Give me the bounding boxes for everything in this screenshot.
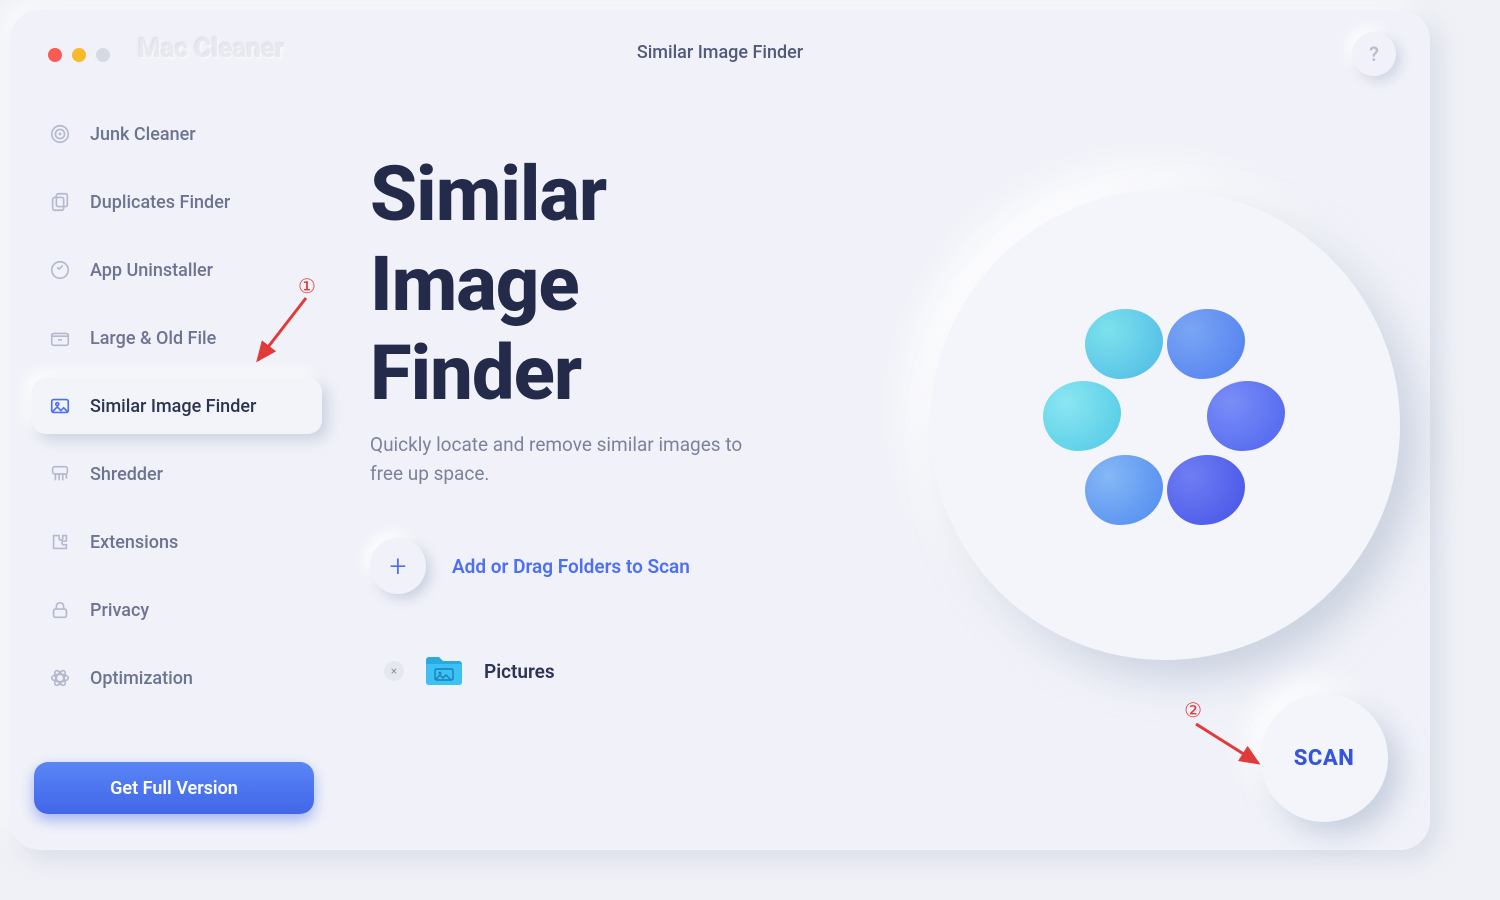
remove-folder-button[interactable]: × (384, 661, 404, 681)
app-icon (48, 258, 72, 282)
puzzle-icon (48, 530, 72, 554)
window-minimize-button[interactable] (72, 48, 86, 62)
main-panel: Similar Image Finder Quickly locate and … (370, 150, 1390, 810)
decorative-circle (930, 190, 1400, 660)
sidebar-item-label: App Uninstaller (90, 260, 213, 281)
sidebar-item-label: Junk Cleaner (90, 124, 196, 145)
sidebar-item-privacy[interactable]: Privacy (32, 582, 322, 638)
sidebar-item-label: Large & Old File (90, 328, 216, 349)
sidebar-item-junk-cleaner[interactable]: Junk Cleaner (32, 106, 322, 162)
sidebar-item-app-uninstaller[interactable]: App Uninstaller (32, 242, 322, 298)
sidebar-item-label: Optimization (90, 668, 193, 689)
sidebar-item-label: Extensions (90, 532, 178, 553)
sidebar-item-similar-image-finder[interactable]: Similar Image Finder (32, 378, 322, 434)
sidebar-item-shredder[interactable]: Shredder (32, 446, 322, 502)
add-folder-label[interactable]: Add or Drag Folders to Scan (452, 555, 690, 578)
page-title: Similar Image Finder (637, 42, 803, 63)
app-window: Mac Cleaner Similar Image Finder ? Junk … (10, 10, 1430, 850)
blob-ring-icon (1055, 315, 1275, 535)
add-folder-button[interactable]: + (370, 538, 426, 594)
annotation-arrow-2-icon (1190, 718, 1270, 782)
atom-icon (48, 666, 72, 690)
sidebar-item-label: Similar Image Finder (90, 396, 256, 417)
sidebar-item-extensions[interactable]: Extensions (32, 514, 322, 570)
copy-icon (48, 190, 72, 214)
image-icon (48, 394, 72, 418)
scan-button[interactable]: SCAN (1260, 694, 1388, 822)
target-icon (48, 122, 72, 146)
app-title: Mac Cleaner (138, 34, 285, 64)
box-icon (48, 326, 72, 350)
sidebar: Junk Cleaner Duplicates Finder App Unins… (32, 106, 322, 718)
sidebar-item-label: Privacy (90, 600, 149, 621)
window-maximize-button[interactable] (96, 48, 110, 62)
sidebar-item-optimization[interactable]: Optimization (32, 650, 322, 706)
get-full-version-button[interactable]: Get Full Version (34, 762, 314, 814)
sidebar-item-label: Shredder (90, 464, 163, 485)
selected-folder-row: × Pictures (384, 654, 1390, 688)
annotation-arrow-1-icon (248, 292, 318, 376)
sidebar-item-duplicates-finder[interactable]: Duplicates Finder (32, 174, 322, 230)
window-close-button[interactable] (48, 48, 62, 62)
hero-description: Quickly locate and remove similar images… (370, 431, 770, 488)
lock-icon (48, 598, 72, 622)
folder-name: Pictures (484, 660, 555, 683)
window-controls (48, 48, 110, 62)
shredder-icon (48, 462, 72, 486)
help-button[interactable]: ? (1352, 32, 1396, 76)
folder-icon (424, 654, 464, 688)
sidebar-item-label: Duplicates Finder (90, 192, 230, 213)
